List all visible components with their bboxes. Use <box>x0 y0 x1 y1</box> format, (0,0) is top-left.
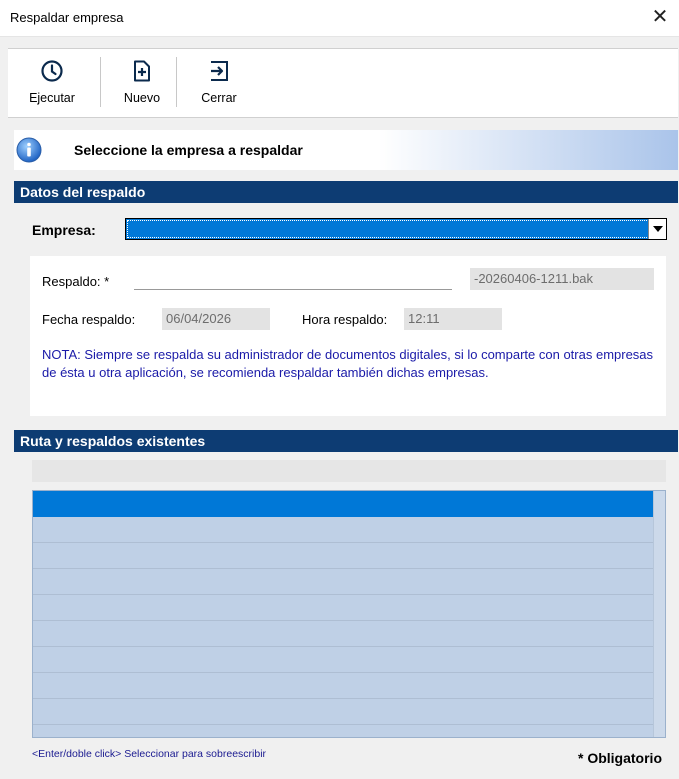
scrollbar[interactable] <box>653 491 665 737</box>
path-field[interactable] <box>32 460 666 482</box>
cerrar-button[interactable]: Cerrar <box>188 59 250 115</box>
table-row[interactable] <box>33 673 653 699</box>
exit-icon <box>211 61 228 81</box>
nuevo-button[interactable]: Nuevo <box>112 59 172 115</box>
nuevo-label: Nuevo <box>123 91 161 105</box>
table-row[interactable] <box>33 595 653 621</box>
toolbar-separator <box>176 57 177 107</box>
title-bar: Respaldar empresa ✕ <box>0 0 679 37</box>
empresa-select[interactable] <box>125 218 667 240</box>
new-document-icon <box>134 60 150 82</box>
datos-section-header: Datos del respaldo <box>14 181 678 203</box>
respaldo-filename-suffix: -20260406-1211.bak <box>470 268 654 290</box>
table-row[interactable] <box>33 543 653 569</box>
hint-text: <Enter/doble click> Seleccionar para sob… <box>32 748 267 760</box>
ejecutar-button[interactable]: Ejecutar <box>8 59 96 115</box>
cerrar-label: Cerrar <box>201 91 237 105</box>
info-banner: Seleccione la empresa a respaldar <box>14 130 678 170</box>
empresa-label: Empresa: <box>32 222 96 238</box>
table-row[interactable] <box>33 699 653 725</box>
hora-field: 12:11 <box>404 308 502 330</box>
table-row[interactable] <box>33 491 653 517</box>
info-icon <box>16 137 42 163</box>
table-row[interactable] <box>33 621 653 647</box>
toolbar-separator <box>100 57 101 107</box>
ruta-section-header: Ruta y respaldos existentes <box>14 430 678 452</box>
fecha-label: Fecha respaldo: <box>42 312 136 327</box>
ejecutar-label: Ejecutar <box>29 91 75 105</box>
info-message: Seleccione la empresa a respaldar <box>74 142 303 158</box>
hora-label: Hora respaldo: <box>302 312 388 327</box>
respaldo-input[interactable] <box>134 270 452 290</box>
clock-icon <box>41 60 63 82</box>
nota-text: NOTA: Siempre se respalda su administrad… <box>42 347 654 380</box>
table-row[interactable] <box>33 517 653 543</box>
toolbar: Ejecutar Nuevo Cerrar <box>8 48 678 118</box>
close-icon[interactable]: ✕ <box>649 4 671 30</box>
table-row[interactable] <box>33 569 653 595</box>
required-note: * Obligatorio <box>578 750 662 766</box>
backups-grid[interactable] <box>32 490 666 738</box>
respaldo-panel: Respaldo: * -20260406-1211.bak Fecha res… <box>30 256 666 416</box>
window-title: Respaldar empresa <box>10 10 124 25</box>
chevron-down-icon[interactable] <box>648 219 666 239</box>
fecha-field: 06/04/2026 <box>162 308 270 330</box>
respaldo-label: Respaldo: * <box>42 274 110 289</box>
table-row[interactable] <box>33 647 653 673</box>
